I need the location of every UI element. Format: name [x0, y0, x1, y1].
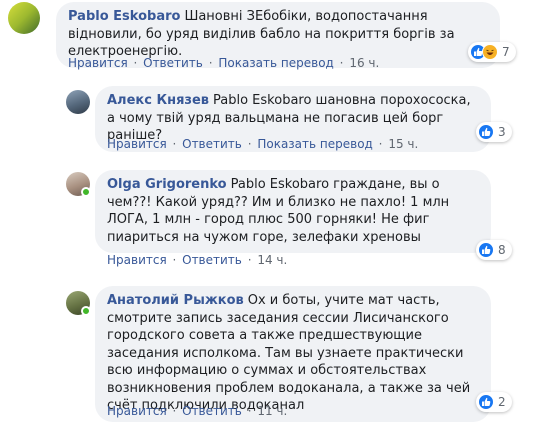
timestamp[interactable]: 16 ч.: [349, 56, 379, 70]
reaction-count: 8: [498, 243, 506, 257]
avatar[interactable]: [66, 291, 91, 316]
avatar[interactable]: [66, 172, 91, 197]
comment-author[interactable]: Алекс Князев: [107, 93, 209, 108]
comment-bubble: Olga Grigorenko Pablo Eskobaro граждане, …: [95, 170, 491, 253]
reply-link[interactable]: Ответить: [182, 404, 242, 418]
comment-author[interactable]: Анатолий Рыжков: [107, 293, 244, 308]
comment-text: Ох и боты, учите мат часть, смотрите зап…: [107, 293, 471, 413]
translate-link[interactable]: Показать перевод: [218, 56, 334, 70]
comment-actions: Нравится · Ответить · Показать перевод ·…: [68, 56, 380, 70]
like-link[interactable]: Нравится: [107, 137, 167, 151]
reply-link[interactable]: Ответить: [182, 137, 242, 151]
like-reaction-icon: [478, 124, 494, 140]
reactions-badge[interactable]: 7: [468, 42, 516, 62]
timestamp[interactable]: 11 ч.: [257, 404, 287, 418]
avatar[interactable]: [66, 90, 90, 114]
comment-author[interactable]: Olga Grigorenko: [107, 177, 227, 192]
comment-actions: Нравится · Ответить · 14 ч.: [107, 253, 288, 267]
like-link[interactable]: Нравится: [68, 56, 128, 70]
reply-link[interactable]: Ответить: [143, 56, 203, 70]
comment-actions: Нравится · Ответить · 11 ч.: [107, 404, 288, 418]
like-link[interactable]: Нравится: [107, 253, 167, 267]
reactions-badge[interactable]: 2: [476, 392, 512, 412]
timestamp[interactable]: 15 ч.: [388, 137, 418, 151]
reply-link[interactable]: Ответить: [182, 253, 242, 267]
timestamp[interactable]: 14 ч.: [257, 253, 287, 267]
comment-actions: Нравится · Ответить · Показать перевод ·…: [107, 137, 419, 151]
online-status-icon: [81, 187, 91, 197]
reaction-count: 2: [498, 395, 506, 409]
reaction-count: 7: [502, 45, 510, 59]
online-status-icon: [81, 306, 91, 316]
like-reaction-icon: [478, 394, 494, 410]
translate-link[interactable]: Показать перевод: [257, 137, 373, 151]
like-reaction-icon: [478, 242, 494, 258]
reaction-count: 3: [498, 125, 506, 139]
like-link[interactable]: Нравится: [107, 404, 167, 418]
haha-reaction-icon: [482, 44, 498, 60]
comment-author[interactable]: Pablo Eskobaro: [68, 9, 180, 24]
reactions-badge[interactable]: 3: [476, 122, 512, 142]
avatar[interactable]: [8, 2, 40, 34]
comment-bubble: Анатолий Рыжков Ох и боты, учите мат част…: [95, 286, 491, 422]
reactions-badge[interactable]: 8: [476, 240, 512, 260]
